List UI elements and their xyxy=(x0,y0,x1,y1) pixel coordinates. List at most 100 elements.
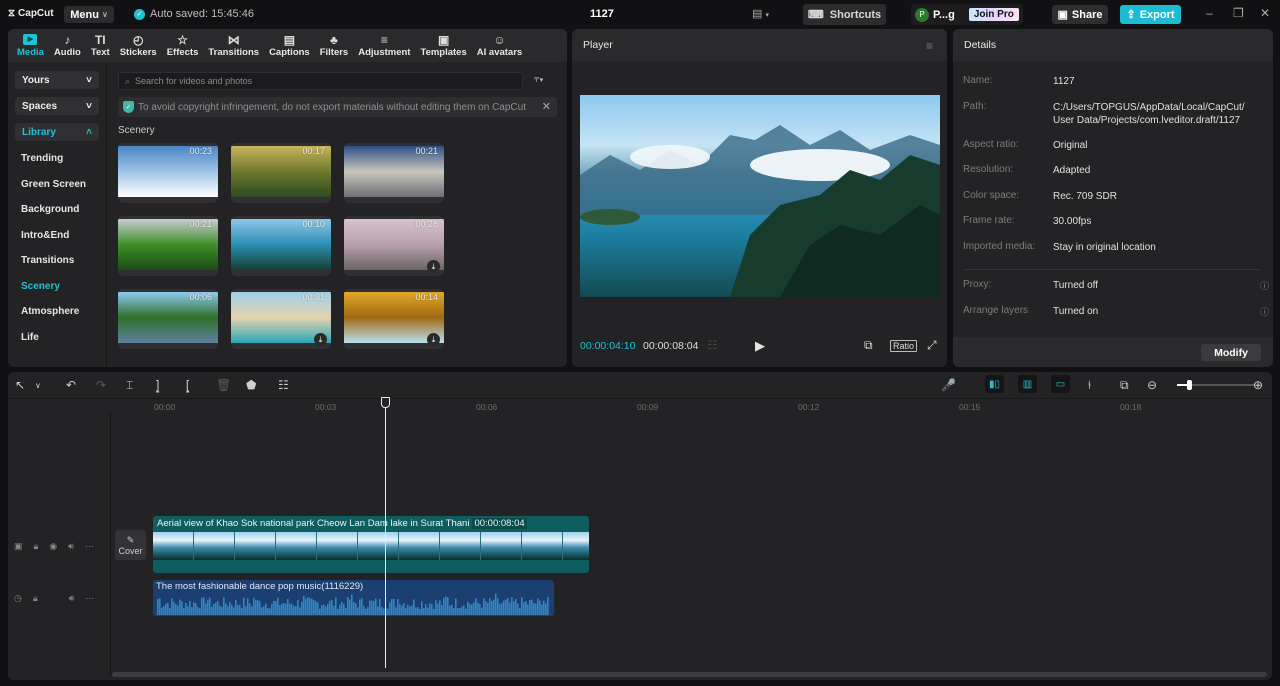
tab-filters[interactable]: ♣ Filters xyxy=(315,29,354,62)
media-thumbnail[interactable]: 00:28 ⤓ xyxy=(344,216,444,276)
sidebar-item-intro-end[interactable]: Intro&End xyxy=(21,230,69,241)
waveform-bar xyxy=(175,604,177,615)
marker-icon[interactable]: ⬟ xyxy=(246,378,256,392)
layout-button[interactable]: ▤ ▾ xyxy=(752,7,769,20)
speaker-icon[interactable]: 🔊︎ xyxy=(69,593,75,604)
media-thumbnail[interactable]: 00:10 xyxy=(231,216,331,276)
search-input[interactable]: ⌕ Search for videos and photos xyxy=(118,72,523,90)
play-button[interactable]: ▶ xyxy=(755,338,765,354)
sidebar-item-background[interactable]: Background xyxy=(21,204,79,215)
split-left-icon[interactable]: ⦌ xyxy=(156,378,159,393)
sidebar-item-atmosphere[interactable]: Atmosphere xyxy=(21,306,79,317)
download-icon[interactable]: ⤓ xyxy=(427,260,440,273)
more-icon[interactable]: ⋯ xyxy=(85,541,94,552)
timeline-scrollbar[interactable] xyxy=(112,672,1267,677)
auto-snap-icon[interactable]: ▥ xyxy=(1018,375,1037,393)
user-account[interactable]: P P...g Join Pro xyxy=(911,4,1023,25)
fullscreen-icon[interactable]: ⤢ xyxy=(927,338,937,353)
zoom-to-fit-icon[interactable]: ⧉ xyxy=(1120,378,1129,393)
divider xyxy=(963,269,1261,270)
text-icon: TI xyxy=(94,33,106,47)
help-icon[interactable]: ⓘ xyxy=(1260,305,1269,318)
auto-caption-icon[interactable]: ☷ xyxy=(278,378,289,392)
tab-transitions[interactable]: ⋈ Transitions xyxy=(203,29,264,62)
media-thumbnail[interactable]: 00:14 ⤓ xyxy=(344,289,444,349)
redo-icon[interactable]: ↷ xyxy=(96,378,106,392)
join-pro-button[interactable]: Join Pro xyxy=(968,8,1019,21)
filter-button[interactable]: ⫧▾ xyxy=(534,74,543,85)
sidebar-item-transitions[interactable]: Transitions xyxy=(21,255,74,266)
cover-button[interactable]: ✎ Cover xyxy=(115,530,146,560)
eye-icon[interactable]: ◉ xyxy=(49,541,57,552)
tab-ai-avatars[interactable]: ☺ AI avatars xyxy=(472,29,527,62)
download-icon[interactable]: ⤓ xyxy=(314,333,327,346)
minimize-icon[interactable]: – xyxy=(1206,6,1213,20)
tab-stickers[interactable]: ◴ Stickers xyxy=(115,29,162,62)
shortcuts-button[interactable]: ⌨ Shortcuts xyxy=(803,4,886,25)
detail-label: Aspect ratio: xyxy=(963,138,1019,150)
waveform-bar xyxy=(367,607,369,615)
sidebar-item-green-screen[interactable]: Green Screen xyxy=(21,179,86,190)
screenshot-focus-icon[interactable]: ⧉ xyxy=(864,338,873,353)
thumbnail-duration: 00:21 xyxy=(189,219,212,229)
media-thumbnail[interactable]: 00:23 xyxy=(118,143,218,203)
main-track-magnet-icon[interactable]: ▮▯ xyxy=(985,375,1004,393)
tab-audio[interactable]: ♪ Audio xyxy=(49,29,86,62)
lock-icon[interactable]: 🔒︎ xyxy=(33,593,38,604)
media-thumbnail[interactable]: 00:17 xyxy=(231,143,331,203)
video-clip[interactable]: Aerial view of Khao Sok national park Ch… xyxy=(153,516,589,573)
select-cursor-icon[interactable]: ↖ xyxy=(15,378,25,392)
split-right-icon[interactable]: ⦋ xyxy=(186,378,189,393)
sidebar-dropdown-spaces[interactable]: Spaces ˅ xyxy=(15,97,99,115)
close-notice-icon[interactable]: ✕ xyxy=(542,100,551,113)
zoom-in-icon[interactable]: ⊕ xyxy=(1253,378,1263,392)
detail-value-line: C:/Users/TOPGUS/AppData/Local/CapCut/ xyxy=(1053,101,1245,113)
time-ruler[interactable]: 00:00 00:03 00:06 00:09 00:12 00:15 00:18 xyxy=(8,398,1272,412)
microphone-icon[interactable]: 🎤 xyxy=(941,378,956,392)
modify-button[interactable]: Modify xyxy=(1201,344,1261,361)
tab-adjustment[interactable]: ≡ Adjustment xyxy=(353,29,415,62)
sidebar-item-trending[interactable]: Trending xyxy=(21,153,63,164)
grid-icon[interactable]: ☷ xyxy=(707,338,718,352)
playhead-line[interactable] xyxy=(385,398,386,668)
ratio-button[interactable]: Ratio xyxy=(890,340,918,352)
video-preview[interactable] xyxy=(580,95,940,297)
waveform-bar xyxy=(215,602,217,615)
preview-axis-icon[interactable]: ⫮ xyxy=(1088,378,1091,393)
export-button[interactable]: ⇪ Export xyxy=(1120,5,1181,24)
timeline-zoom-slider[interactable] xyxy=(1177,380,1255,390)
split-icon[interactable]: ⌶ xyxy=(126,378,133,393)
sidebar-dropdown-yours[interactable]: Yours ˅ xyxy=(15,71,99,89)
undo-icon[interactable]: ↶ xyxy=(66,378,76,392)
tab-captions[interactable]: ▤ Captions xyxy=(264,29,315,62)
help-icon[interactable]: ⓘ xyxy=(1260,279,1269,292)
tab-effects[interactable]: ☆ Effects xyxy=(162,29,204,62)
sidebar-dropdown-library[interactable]: Library ˄ xyxy=(15,123,99,141)
restore-icon[interactable]: ❐ xyxy=(1233,6,1244,20)
media-thumbnail[interactable]: 00:06 xyxy=(118,289,218,349)
sidebar-item-life[interactable]: Life xyxy=(21,332,39,343)
media-thumbnail[interactable]: 00:21 xyxy=(118,216,218,276)
close-icon[interactable]: ✕ xyxy=(1260,6,1270,20)
lock-icon[interactable]: 🔒︎ xyxy=(34,541,39,552)
tab-media[interactable]: ▶ Media xyxy=(12,29,49,62)
menu-button[interactable]: Menu ∨ xyxy=(64,6,114,23)
media-thumbnail[interactable]: 00:21 xyxy=(344,143,444,203)
download-icon[interactable]: ⤓ xyxy=(427,333,440,346)
sidebar-item-scenery[interactable]: Scenery xyxy=(21,281,60,292)
share-button[interactable]: ▣ Share xyxy=(1052,5,1108,24)
more-icon[interactable]: ⋯ xyxy=(85,593,94,604)
hamburger-menu-icon[interactable]: ≡ xyxy=(926,39,933,53)
chevron-down-icon[interactable]: ∨ xyxy=(35,381,41,390)
tab-text[interactable]: TI Text xyxy=(86,29,115,62)
delete-icon[interactable]: 🗑 xyxy=(216,378,231,392)
tab-templates[interactable]: ▣ Templates xyxy=(415,29,471,62)
speaker-icon[interactable]: 🔊︎ xyxy=(68,541,74,552)
audio-clip[interactable]: The most fashionable dance pop music(111… xyxy=(153,580,554,616)
zoom-out-icon[interactable]: ⊖ xyxy=(1147,378,1157,392)
video-clip-title: Aerial view of Khao Sok national park Ch… xyxy=(157,518,527,529)
playhead-handle[interactable] xyxy=(381,397,390,408)
media-thumbnail[interactable]: 00:31 ⤓ xyxy=(231,289,331,349)
zoom-slider-handle[interactable] xyxy=(1186,380,1192,390)
linkage-icon[interactable]: ▭ xyxy=(1051,375,1070,393)
